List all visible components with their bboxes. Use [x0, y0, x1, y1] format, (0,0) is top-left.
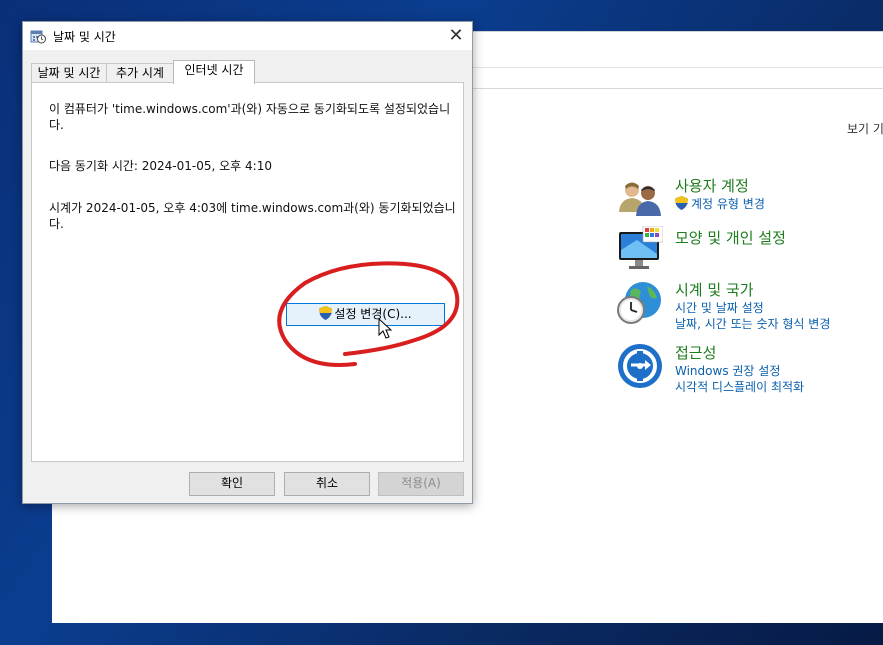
- category-link[interactable]: 날짜, 시간 또는 숫자 형식 변경: [675, 316, 883, 332]
- category-link-text: 계정 유형 변경: [691, 197, 765, 211]
- change-settings-button[interactable]: 설정 변경(C)...: [286, 303, 445, 326]
- dialog-title: 날짜 및 시간: [53, 30, 116, 44]
- globe-clock-icon[interactable]: [617, 280, 663, 326]
- sync-config-text: 이 컴퓨터가 'time.windows.com'과(와) 자동으로 동기화되도…: [49, 102, 451, 132]
- close-icon: ✕: [448, 25, 464, 46]
- change-settings-label: 설정 변경(C)...: [334, 307, 412, 321]
- date-time-app-icon: [30, 30, 46, 44]
- last-sync-text: 시계가 2024-01-05, 오후 4:03에 time.windows.co…: [49, 201, 456, 231]
- monitor-palette-icon[interactable]: [617, 226, 663, 272]
- next-sync-text: 다음 동기화 시간: 2024-01-05, 오후 4:10: [49, 159, 272, 173]
- accessibility-icon[interactable]: [617, 343, 663, 389]
- category-link[interactable]: 시각적 디스플레이 최적화: [675, 379, 883, 395]
- category-link[interactable]: 시간 및 날짜 설정: [675, 300, 883, 316]
- category-link[interactable]: 계정 유형 변경: [675, 196, 883, 212]
- category-title[interactable]: 사용자 계정: [675, 176, 883, 196]
- tab-additional-clocks[interactable]: 추가 시계: [106, 63, 174, 83]
- view-by-label[interactable]: 보기 기: [847, 120, 883, 137]
- dialog-titlebar[interactable]: 날짜 및 시간 ✕: [23, 22, 472, 50]
- uac-shield-icon: [675, 196, 688, 210]
- category-title[interactable]: 모양 및 개인 설정: [675, 228, 883, 248]
- internet-time-panel: 이 컴퓨터가 'time.windows.com'과(와) 자동으로 동기화되도…: [31, 82, 464, 462]
- ok-button[interactable]: 확인: [189, 472, 275, 496]
- apply-button[interactable]: 적용(A): [378, 472, 464, 496]
- mouse-cursor-icon: [378, 318, 393, 339]
- close-button[interactable]: ✕: [440, 22, 472, 50]
- tab-date-time[interactable]: 날짜 및 시간: [31, 63, 107, 83]
- date-time-dialog: 날짜 및 시간 ✕ 날짜 및 시간 추가 시계 인터넷 시간 이 컴퓨터가 't…: [22, 21, 473, 504]
- category-title[interactable]: 시계 및 국가: [675, 280, 883, 300]
- tab-internet-time[interactable]: 인터넷 시간: [173, 60, 255, 84]
- uac-shield-icon: [319, 306, 333, 320]
- category-link[interactable]: Windows 권장 설정: [675, 363, 883, 379]
- category-title[interactable]: 접근성: [675, 343, 883, 363]
- cancel-button[interactable]: 취소: [284, 472, 370, 496]
- users-icon[interactable]: [617, 176, 663, 222]
